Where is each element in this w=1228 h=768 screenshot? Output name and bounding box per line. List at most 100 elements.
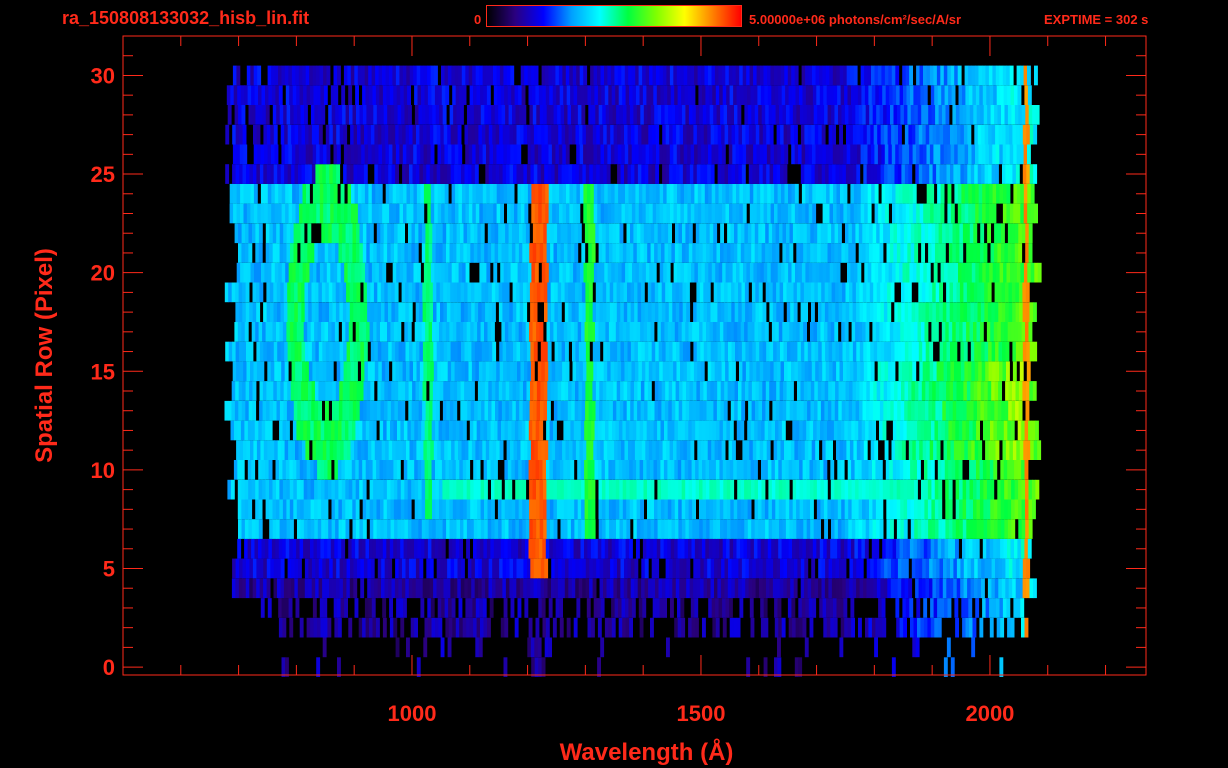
heatmap-cell [463,400,468,421]
heatmap-cell [680,598,685,618]
heatmap-cell [1013,598,1018,618]
heatmap-cell [367,578,372,599]
heatmap-cell [286,400,291,421]
heatmap-cell [926,361,931,382]
heatmap-cell [626,479,631,500]
heatmap-cell [803,519,808,539]
heatmap-cell [922,440,927,460]
heatmap-cell [526,381,531,401]
heatmap-cell [923,598,928,618]
heatmap-cell [453,302,458,322]
heatmap-cell [734,381,739,401]
heatmap-cell [465,361,469,382]
heatmap-cell [400,420,405,441]
heatmap-cell [596,341,601,362]
heatmap-cell [675,381,680,401]
heatmap-cell [668,381,673,401]
heatmap-cell [862,243,867,263]
heatmap-cell [576,262,581,283]
heatmap-cell [1010,617,1015,638]
heatmap-cell [995,361,1000,382]
heatmap-cell [460,381,465,401]
heatmap-cell [622,420,627,441]
heatmap-cell [904,558,909,579]
heatmap-cell [740,519,745,539]
heatmap-cell [685,322,690,342]
heatmap-cell [586,440,591,460]
heatmap-cell [916,203,921,224]
heatmap-cell [796,499,800,520]
heatmap-cell [952,243,957,263]
heatmap-cell [345,499,350,520]
heatmap-cell [555,262,560,283]
heatmap-cell [252,381,257,401]
heatmap-cell [442,519,447,539]
heatmap-cell [237,460,242,480]
heatmap-cell [602,223,607,244]
heatmap-cell [415,282,420,303]
heatmap-cell [939,341,944,362]
heatmap-cell [806,420,811,441]
heatmap-cell [597,262,602,283]
heatmap-cell [729,538,734,559]
heatmap-cell [529,243,534,263]
heatmap-cell [407,322,412,342]
heatmap-cell [603,164,608,184]
heatmap-cell [719,460,724,480]
heatmap-cell [359,223,364,244]
heatmap-cell [555,183,560,204]
heatmap-cell [905,183,910,204]
heatmap-cell [764,499,769,520]
heatmap-cell [455,617,460,638]
heatmap-cell [912,203,917,224]
heatmap-cell [392,183,397,204]
heatmap-cell [835,341,840,362]
heatmap-cell [764,460,769,480]
heatmap-cell [396,203,400,224]
heatmap-cell [599,578,604,599]
heatmap-cell [903,420,908,441]
heatmap-cell [265,460,269,480]
heatmap-cell [289,322,294,342]
heatmap-cell [389,203,393,224]
heatmap-cell [679,164,684,184]
heatmap-cell [629,499,634,520]
heatmap-cell [612,479,617,500]
heatmap-cell [774,657,778,677]
heatmap-cell [819,538,824,559]
heatmap-cell [862,381,867,401]
heatmap-cell [694,598,699,618]
heatmap-cell [394,302,399,322]
heatmap-cell [636,519,641,539]
heatmap-cell [747,499,752,520]
heatmap-cell [636,322,641,342]
heatmap-cell [488,302,493,322]
heatmap-cell [231,381,236,401]
heatmap-cell [282,322,287,342]
heatmap-cell [909,262,914,283]
heatmap-cell [280,558,285,579]
heatmap-cell [808,440,813,460]
heatmap-cell [621,203,626,224]
heatmap-cell [990,499,995,520]
heatmap-cell [539,322,544,342]
heatmap-cell [606,578,611,599]
heatmap-cell [504,538,509,559]
heatmap-cell [584,499,589,520]
heatmap-cell [248,223,253,244]
heatmap-cell [317,460,321,480]
heatmap-cell [338,243,343,263]
heatmap-cell [681,420,686,441]
heatmap-cell [299,262,303,283]
heatmap-cell [881,203,886,224]
heatmap-cell [477,243,482,263]
heatmap-cell [266,282,271,303]
heatmap-cell [841,479,846,500]
heatmap-cell [259,381,264,401]
heatmap-cell [404,322,409,342]
heatmap-cell [660,538,665,559]
heatmap-cell [950,361,955,382]
heatmap-cell [474,164,479,184]
heatmap-cell [762,400,766,421]
heatmap-cell [683,361,688,382]
